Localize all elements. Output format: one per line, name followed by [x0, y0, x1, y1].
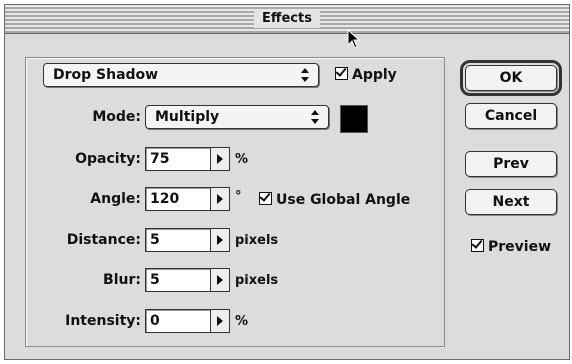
distance-label: Distance:: [66, 232, 141, 248]
apply-label: Apply: [352, 67, 397, 83]
effects-dialog: Effects Drop Shadow Apply Mode: Multiply…: [4, 4, 570, 360]
intensity-field[interactable]: 0: [145, 309, 211, 333]
intensity-unit: %: [235, 314, 249, 329]
preview-label: Preview: [488, 239, 552, 255]
checkbox-checked-icon: [471, 239, 484, 252]
effect-type-value: Drop Shadow: [53, 67, 159, 83]
use-global-angle-label: Use Global Angle: [276, 192, 411, 208]
distance-stepper[interactable]: [210, 228, 230, 252]
updown-arrows-icon: [311, 110, 319, 124]
title-bar[interactable]: Effects: [5, 5, 569, 34]
checkbox-checked-icon: [259, 192, 272, 205]
apply-checkbox[interactable]: Apply: [335, 65, 397, 85]
updown-arrows-icon: [301, 68, 309, 82]
effect-type-select[interactable]: Drop Shadow: [43, 63, 319, 87]
opacity-label: Opacity:: [75, 151, 141, 167]
distance-unit: pixels: [235, 233, 279, 248]
blur-unit: pixels: [235, 273, 279, 288]
checkbox-checked-icon: [335, 67, 348, 80]
opacity-field[interactable]: 75: [145, 147, 211, 171]
blur-stepper[interactable]: [210, 268, 230, 292]
opacity-stepper[interactable]: [210, 147, 230, 171]
ok-button[interactable]: OK: [460, 60, 562, 96]
angle-label: Angle:: [90, 191, 141, 207]
dialog-title: Effects: [254, 10, 320, 28]
blend-mode-value: Multiply: [155, 109, 220, 125]
opacity-unit: %: [235, 152, 249, 167]
cancel-button[interactable]: Cancel: [465, 103, 557, 129]
blur-label: Blur:: [103, 272, 141, 288]
mouse-cursor-icon: [347, 29, 361, 49]
angle-stepper[interactable]: [210, 187, 230, 211]
prev-button[interactable]: Prev: [465, 151, 557, 177]
intensity-label: Intensity:: [65, 313, 141, 329]
mode-label: Mode:: [92, 109, 141, 125]
next-button[interactable]: Next: [465, 189, 557, 215]
use-global-angle-checkbox[interactable]: Use Global Angle: [259, 190, 410, 210]
shadow-color-swatch[interactable]: [340, 105, 368, 133]
blend-mode-select[interactable]: Multiply: [145, 105, 329, 129]
distance-field[interactable]: 5: [145, 228, 211, 252]
intensity-stepper[interactable]: [210, 309, 230, 333]
angle-field[interactable]: 120: [145, 187, 211, 211]
angle-unit: °: [235, 189, 242, 204]
blur-field[interactable]: 5: [145, 268, 211, 292]
preview-checkbox[interactable]: Preview: [471, 237, 551, 257]
